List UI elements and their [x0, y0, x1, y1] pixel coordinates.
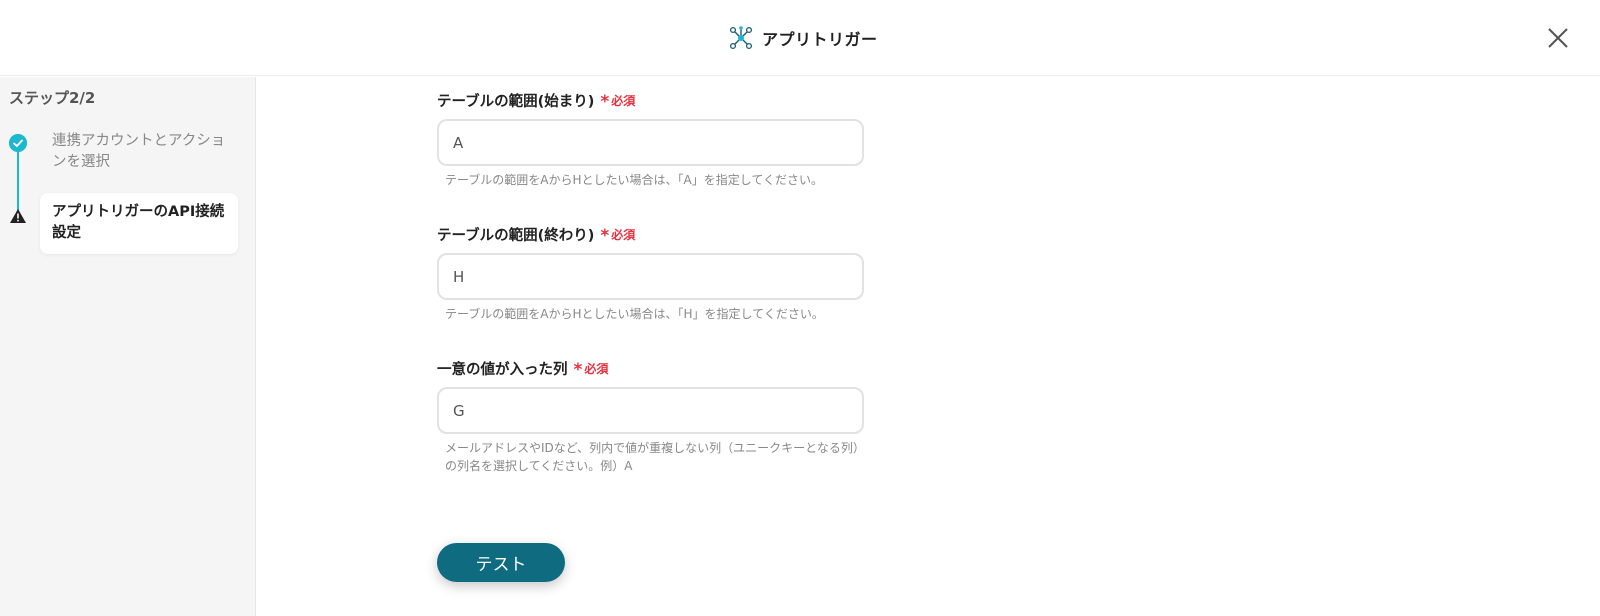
warning-icon: [10, 209, 26, 223]
required-text: 必須: [611, 228, 636, 242]
test-button[interactable]: テスト: [437, 543, 565, 582]
step-count: ステップ2/2: [9, 89, 96, 107]
page-title: アプリトリガー: [762, 30, 878, 49]
step-item-label: アプリトリガーのAPI接続設定: [52, 204, 225, 241]
field-label-range-end: テーブルの範囲(終わり) * 必須: [437, 224, 635, 245]
step-item-api-settings[interactable]: アプリトリガーのAPI接続設定: [40, 193, 238, 254]
range-end-help: テーブルの範囲をAからHとしたい場合は、「H」を指定してください。: [445, 307, 824, 321]
unique-column-help: メールアドレスやIDなど、列内で値が重複しない列（ユニークキーとなる列）の列名を…: [445, 441, 865, 473]
step-sidebar: ステップ2/2 連携アカウントとアクションを選択 アプリトリガーのAPI接続設定: [0, 77, 256, 616]
check-circle-icon: [9, 134, 27, 152]
field-label-unique-column: 一意の値が入った列 * 必須: [437, 358, 608, 379]
close-icon[interactable]: [1544, 24, 1572, 52]
network-nodes-icon: [729, 26, 753, 50]
range-start-help: テーブルの範囲をAからHとしたい場合は、「A」を指定してください。: [445, 173, 824, 187]
step-item-select-action[interactable]: 連携アカウントとアクションを選択: [52, 131, 232, 173]
field-label-text: テーブルの範囲(終わり): [437, 228, 595, 244]
range-start-input[interactable]: [437, 119, 864, 166]
required-badge: * 必須: [600, 92, 636, 112]
required-badge: * 必須: [600, 226, 636, 246]
range-end-input[interactable]: [437, 253, 864, 300]
step-timeline-line: [17, 145, 19, 215]
header-title-group: アプリトリガー: [728, 24, 878, 52]
required-text: 必須: [584, 362, 609, 376]
field-label-range-start: テーブルの範囲(始まり) * 必須: [437, 90, 635, 111]
required-text: 必須: [611, 94, 636, 108]
modal-header: アプリトリガー: [0, 0, 1600, 76]
required-badge: * 必須: [573, 360, 609, 380]
field-label-text: 一意の値が入った列: [437, 362, 568, 378]
unique-column-input[interactable]: [437, 387, 864, 434]
field-label-text: テーブルの範囲(始まり): [437, 94, 595, 110]
